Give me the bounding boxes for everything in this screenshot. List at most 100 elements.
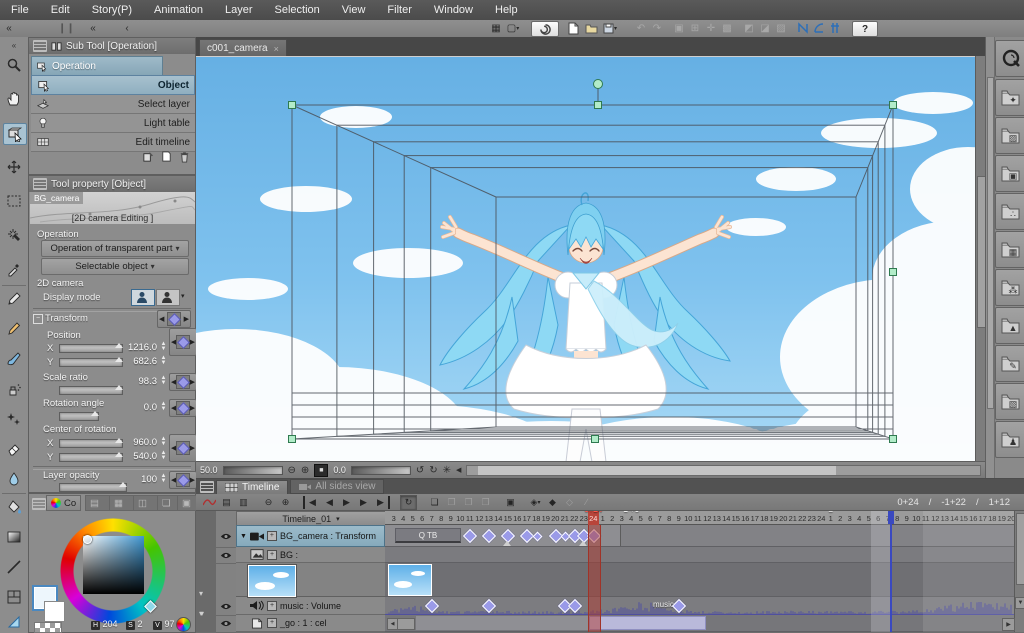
eye-icon[interactable] <box>216 615 236 633</box>
y-value[interactable]: 682.6 <box>121 356 157 367</box>
menu-storyp[interactable]: Story(P) <box>81 4 143 16</box>
subtool-item-object[interactable]: Object <box>31 75 195 95</box>
scroll-down-icon[interactable]: ▾▾ <box>199 609 204 618</box>
subtool-item-light-table[interactable]: Light table <box>31 114 195 133</box>
scale-slider[interactable] <box>59 385 123 395</box>
canvas[interactable] <box>81 56 1024 535</box>
panel-menu-icon[interactable] <box>33 178 47 190</box>
collapse-left2-icon[interactable]: « <box>86 21 100 35</box>
track-cel[interactable]: + _go : 1 : cel <box>236 615 385 632</box>
collapse-arrow-icon[interactable]: ‹ <box>120 21 134 35</box>
timeline-name-dropdown[interactable]: Timeline_01 ▾ <box>236 511 386 526</box>
decoration-tool[interactable] <box>3 409 25 429</box>
cel-clip[interactable] <box>588 616 706 630</box>
panel-collapse-icon[interactable]: « <box>3 39 25 51</box>
clip-studio-button[interactable] <box>531 21 559 37</box>
cel-cells[interactable] <box>416 616 589 630</box>
cel-row[interactable]: ◀ <box>385 615 1014 632</box>
collapse-left-icon[interactable]: « <box>2 21 16 35</box>
rotate-cw-icon[interactable]: ↻ <box>429 465 437 476</box>
ruler-tool[interactable] <box>3 613 25 631</box>
center-x-stepper[interactable]: ▲ ▼ <box>159 436 168 448</box>
scroll-up-icon[interactable]: ▾ <box>199 589 203 598</box>
save-icon[interactable]: ▾ <box>603 21 617 35</box>
keyframe-triangle[interactable] <box>503 541 511 546</box>
color-wheel-button[interactable] <box>176 617 191 632</box>
track-music[interactable]: + music : Volume <box>236 597 385 615</box>
scroll-left-icon[interactable]: ◀ <box>456 466 461 474</box>
operation-tool[interactable] <box>3 123 27 145</box>
panel-menu-icon[interactable] <box>32 498 46 510</box>
new-keyframe-icon[interactable]: + <box>267 618 277 628</box>
material-3d-button[interactable]: ▣ <box>995 155 1024 192</box>
reset-view-icon[interactable]: ✳ <box>443 465 451 476</box>
x-slider[interactable] <box>59 343 123 353</box>
center-y-slider[interactable] <box>59 452 123 462</box>
rotation-value[interactable]: 0.0 <box>121 402 157 413</box>
sv-square[interactable] <box>83 536 144 594</box>
new-file-icon[interactable] <box>566 21 580 35</box>
menu-selection[interactable]: Selection <box>264 4 331 16</box>
zoom-out-icon[interactable]: ⊖ <box>288 465 296 476</box>
last-frame-icon[interactable]: ▶ <box>373 495 390 509</box>
center-keyframe-control[interactable]: ◀ ▶ <box>169 434 197 462</box>
transparent-color-swatch[interactable] <box>34 622 62 633</box>
screen-settings-icon[interactable]: ▢ ▾ <box>506 21 520 35</box>
transform-keyframe-control[interactable]: ◀ ▶ <box>157 310 191 328</box>
menu-window[interactable]: Window <box>423 4 484 16</box>
opacity-value[interactable]: 100 <box>121 474 157 485</box>
track-bg-camera[interactable]: ▼ + BG_camera : Transform <box>236 525 385 547</box>
material-image-bg-button[interactable]: ▲ <box>995 307 1024 344</box>
hand-tool[interactable] <box>3 89 25 109</box>
panel-menu-icon[interactable] <box>33 40 47 52</box>
zoom-in-timeline-icon[interactable]: ⊕ <box>278 496 293 509</box>
timeline-scroll-right-icon[interactable]: ▶ <box>1002 618 1015 631</box>
subtool-item-select-layer[interactable]: Select layer <box>31 95 195 114</box>
zoom-out-timeline-icon[interactable]: ⊖ <box>261 496 276 509</box>
grid-icon[interactable]: ▦ <box>489 21 503 35</box>
brush-tool[interactable] <box>3 349 25 369</box>
zoom-tool[interactable] <box>3 55 25 75</box>
material-effect-button[interactable]: ⁂ <box>995 269 1024 306</box>
menu-file[interactable]: File <box>0 4 40 16</box>
tab-all-sides-view[interactable]: All sides view <box>290 479 385 494</box>
scale-stepper[interactable]: ▲ ▼ <box>159 375 168 387</box>
menu-filter[interactable]: Filter <box>376 4 422 16</box>
pen-tool[interactable] <box>3 289 25 309</box>
enable-layer-icon[interactable]: ▣ <box>503 496 518 509</box>
close-tab-icon[interactable]: × <box>274 44 279 54</box>
snap-special-ruler-icon[interactable] <box>812 21 826 35</box>
timeline-view-icon[interactable]: ▤ <box>219 496 234 509</box>
center-x-value[interactable]: 960.0 <box>121 437 157 448</box>
light-table-settings-icon[interactable]: ◈ ▾ <box>528 496 543 509</box>
transform-icon[interactable]: ▣ <box>672 21 686 35</box>
tab-timeline[interactable]: Timeline <box>216 479 289 494</box>
prev-frame-icon[interactable]: ◀ <box>322 496 337 509</box>
y-slider[interactable] <box>59 357 123 367</box>
timeline-view2-icon[interactable]: ▥ <box>236 496 251 509</box>
music-row[interactable]: music <box>385 597 1014 615</box>
fit-screen-icon[interactable]: ■ <box>314 463 329 477</box>
frame-border-tool[interactable] <box>3 587 25 607</box>
flip-h-icon[interactable]: ◩ <box>742 21 756 35</box>
undo-icon[interactable]: ↶ <box>634 21 648 35</box>
onion-skin-icon[interactable]: ❏ <box>427 496 442 509</box>
keyframe-diamond[interactable] <box>481 528 497 544</box>
new-keyframe-icon[interactable]: + <box>267 549 277 560</box>
selection-tool[interactable] <box>3 191 25 211</box>
rotation-value[interactable]: 0.0 <box>333 465 346 475</box>
zoom-in-icon[interactable]: ⊕ <box>301 465 309 476</box>
airbrush-tool[interactable] <box>3 379 25 399</box>
display-mode-dropdown-icon[interactable]: ▾ <box>181 292 185 300</box>
move-icon[interactable]: ✛ <box>704 21 718 35</box>
playhead[interactable] <box>588 525 601 632</box>
quick-access-button[interactable] <box>995 40 1024 77</box>
sv-cursor[interactable] <box>83 535 92 544</box>
new-keyframe-icon[interactable]: + <box>266 531 277 541</box>
y-stepper[interactable]: ▲ ▼ <box>159 355 168 367</box>
fill-tool[interactable] <box>3 497 25 517</box>
next-frame-icon[interactable]: ▶ <box>356 496 371 509</box>
eye-icon[interactable] <box>216 525 236 548</box>
material-manga-button[interactable]: ▦ <box>995 231 1024 268</box>
menu-animation[interactable]: Animation <box>143 4 214 16</box>
